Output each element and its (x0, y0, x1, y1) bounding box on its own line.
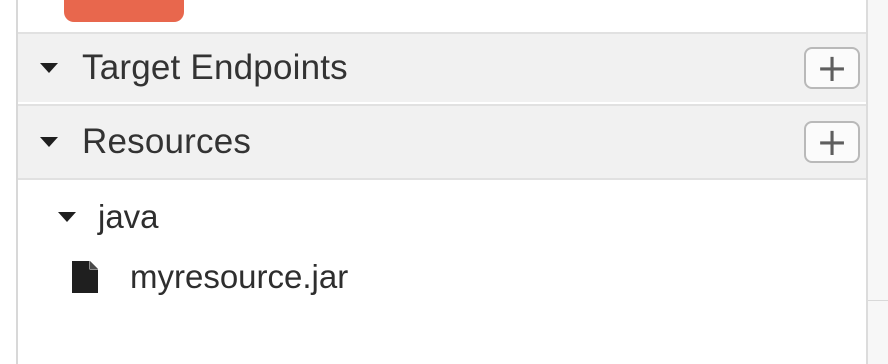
folder-expand-triangle-icon[interactable] (58, 212, 76, 222)
section-resources: Resources + (18, 104, 866, 180)
tree-file-myresource[interactable]: myresource.jar (70, 258, 348, 296)
resource-tree: java myresource.jar (18, 180, 866, 364)
tree-file-label: myresource.jar (130, 258, 349, 295)
panel-right-border (866, 0, 868, 364)
section-header-target-endpoints[interactable]: Target Endpoints + (18, 32, 866, 102)
file-icon (72, 261, 98, 293)
collapse-triangle-icon[interactable] (40, 137, 58, 147)
right-gutter-divider (868, 300, 888, 301)
section-target-endpoints: Target Endpoints + (18, 32, 866, 102)
section-title-resources: Resources (82, 122, 252, 161)
add-resource-button[interactable]: + (804, 121, 860, 163)
section-header-resources[interactable]: Resources + (18, 104, 866, 178)
top-strip (18, 0, 866, 32)
top-accent-badge (64, 0, 184, 22)
navigator-panel: Target Endpoints + Resources + java myre… (0, 0, 888, 364)
section-title-target-endpoints: Target Endpoints (82, 48, 348, 87)
tree-folder-java[interactable]: java (58, 198, 159, 236)
right-gutter (868, 0, 888, 364)
collapse-triangle-icon[interactable] (40, 63, 58, 73)
tree-folder-label: java (98, 198, 159, 235)
add-target-endpoint-button[interactable]: + (804, 47, 860, 89)
